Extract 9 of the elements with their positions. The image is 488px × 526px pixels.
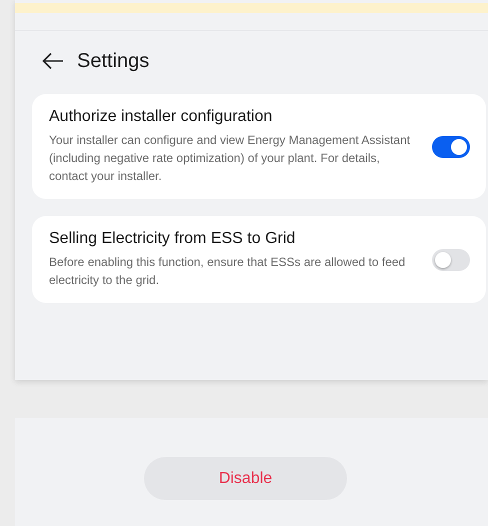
toggle-switch[interactable] (432, 248, 470, 270)
toggle-switch[interactable] (432, 136, 470, 158)
setting-description: Before enabling this function, ensure that ESSs are allowed to feed electricity to the grid. (49, 254, 406, 289)
disable-button[interactable]: Disable (144, 457, 347, 500)
setting-title: Selling Electricity from ESS to Grid (49, 230, 296, 248)
back-icon[interactable] (42, 52, 64, 70)
page-title: Settings (77, 50, 150, 72)
setting-description: Your installer can configure and view Energy Management Assistant (including negative rate optimization) of your plant. For details, contact your installer. (49, 132, 412, 185)
setting-title: Authorize installer configuration (49, 108, 274, 126)
